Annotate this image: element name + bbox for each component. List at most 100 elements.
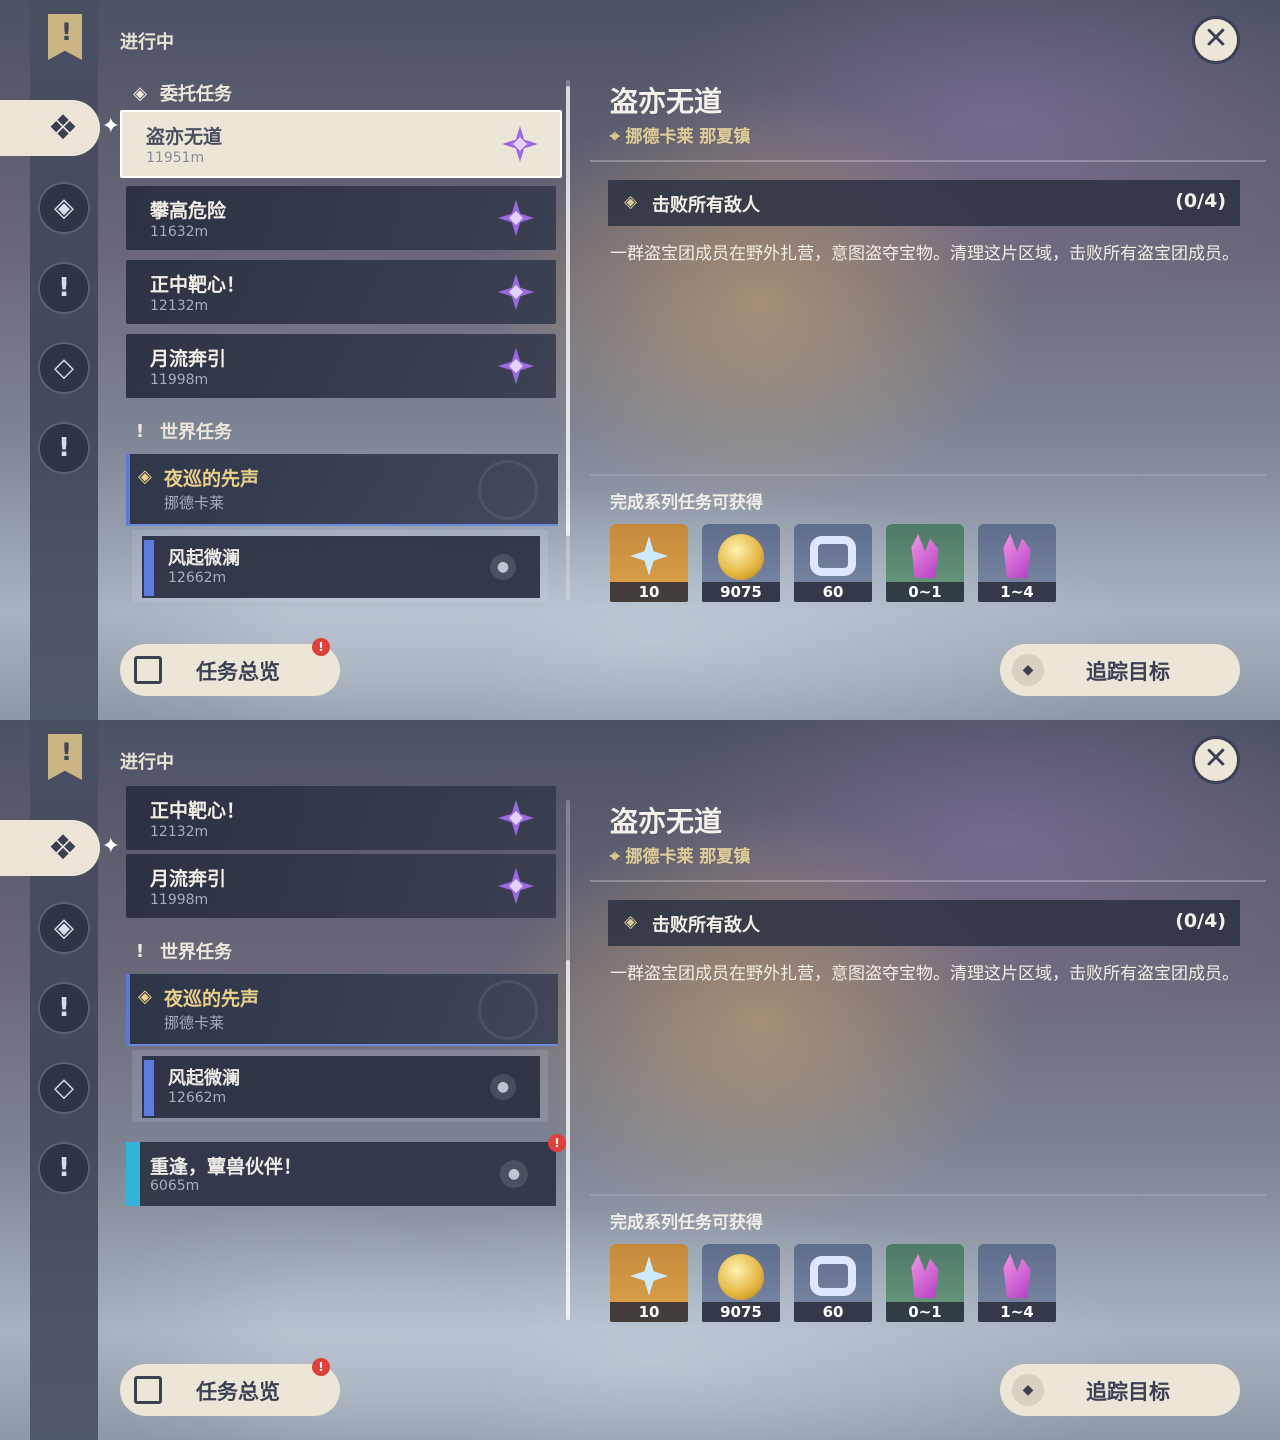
location-pin-icon[interactable]: ● xyxy=(500,1160,528,1188)
world-quest-region: 挪德卡莱 xyxy=(164,494,225,512)
reward-adventure-exp[interactable]: 60 xyxy=(794,1244,872,1322)
sidebar-tab-world[interactable]: ! xyxy=(38,1142,90,1194)
objective-diamond-icon: ◈ xyxy=(624,912,638,932)
sub-quest-title: 风起微澜 xyxy=(168,1068,240,1089)
mora-coin-icon xyxy=(718,534,764,580)
quest-item-commission-4[interactable]: 月流奔引 11998m xyxy=(126,334,556,398)
sidebar-tab-commission[interactable]: ❖ ✦ xyxy=(0,820,120,876)
sparkle-icon: ✦ xyxy=(101,114,120,139)
commission-icon: ❖ xyxy=(47,828,79,868)
sidebar-tab-story[interactable]: ! xyxy=(38,262,90,314)
quest-item-commission-2[interactable]: 攀高危险 11632m xyxy=(126,186,556,250)
sidebar-tab-archon[interactable]: ◈ xyxy=(38,182,90,234)
sidebar-tab-story[interactable]: ! xyxy=(38,982,90,1034)
primogem-icon xyxy=(630,536,668,576)
rewards-label: 完成系列任务可获得 xyxy=(610,493,763,513)
detail-divider xyxy=(590,880,1266,882)
quest-title: 攀高危险 xyxy=(150,200,227,222)
detail-title: 盗亦无道 xyxy=(610,85,723,118)
commission-section-header: ◈ 委托任务 xyxy=(130,80,232,106)
crystal-icon xyxy=(911,534,939,578)
rewards-divider xyxy=(590,1194,1266,1196)
adventure-exp-icon xyxy=(810,1256,856,1296)
quest-item-world[interactable]: ◈ 夜巡的先声 挪德卡莱 xyxy=(126,974,558,1046)
quest-item-commission-3[interactable]: 正中靶心！ 12132m xyxy=(126,260,556,324)
quest-distance: 11998m xyxy=(150,892,209,908)
track-target-label: 追踪目标 xyxy=(1086,1380,1170,1404)
reward-value: 10 xyxy=(610,582,688,602)
close-button[interactable]: ✕ xyxy=(1192,736,1240,784)
list-scrollthumb[interactable] xyxy=(566,86,570,536)
quest-overview-label: 任务总览 xyxy=(196,1380,280,1404)
quest-title: 正中靶心！ xyxy=(150,274,246,296)
reward-primogem[interactable]: 10 xyxy=(610,1244,688,1322)
primogem-icon xyxy=(630,1256,668,1296)
quest-item-side[interactable]: 重逢，蕈兽伙伴！ 6065m ● ! xyxy=(126,1134,566,1206)
track-target-button[interactable]: ◆ 追踪目标 xyxy=(1000,644,1240,696)
quest-overview-button[interactable]: 任务总览 ! xyxy=(120,638,340,696)
world-section-header: ! 世界任务 xyxy=(130,938,232,964)
track-diamond-icon: ◆ xyxy=(1012,1374,1044,1406)
close-icon: ✕ xyxy=(1203,21,1229,56)
adventure-exp-icon xyxy=(810,536,856,576)
reward-value: 9075 xyxy=(702,582,780,602)
map-pin-icon: ⌖ xyxy=(610,847,626,867)
quest-title: 月流奔引 xyxy=(150,348,227,370)
reward-mora[interactable]: 9075 xyxy=(702,1244,780,1322)
objective-progress: (0/4) xyxy=(1175,190,1226,212)
close-button[interactable]: ✕ xyxy=(1192,16,1240,64)
reward-crystal-cluster[interactable]: 1~4 xyxy=(978,1244,1056,1322)
sidebar-tab-legend[interactable]: ◇ xyxy=(38,1062,90,1114)
region-emblem-icon xyxy=(478,460,538,520)
location-pin-icon[interactable]: ● xyxy=(490,554,516,580)
section-in-progress: 进行中 xyxy=(120,752,174,773)
reward-mora[interactable]: 9075 xyxy=(702,524,780,602)
quest-distance: 12132m xyxy=(150,298,209,314)
rewards-list: 10 9075 60 0~1 1~4 xyxy=(610,1244,1056,1322)
close-icon: ✕ xyxy=(1203,741,1229,776)
objective-text: 击败所有敌人 xyxy=(652,915,760,936)
quest-item-commission-3[interactable]: 正中靶心！ 12132m xyxy=(126,786,556,850)
sidebar-tab-commission[interactable]: ❖ ✦ xyxy=(0,100,120,156)
sidebar-tab-archon[interactable]: ◈ xyxy=(38,902,90,954)
detail-divider xyxy=(590,160,1266,162)
location-pin-icon[interactable]: ● xyxy=(490,1074,516,1100)
sub-quest-card: 风起微澜 12662m ● xyxy=(142,536,540,598)
reward-value: 10 xyxy=(610,1302,688,1322)
alert-badge-icon: ! xyxy=(312,1358,330,1376)
quest-item-sub[interactable]: 风起微澜 12662m ● xyxy=(132,1050,548,1122)
quest-item-sub[interactable]: 风起微澜 12662m ● xyxy=(132,530,548,602)
sub-quest-card: 风起微澜 12662m ● xyxy=(142,1056,540,1118)
quest-screen-1: ! ❖ ✦ ◈ ! ◇ ! 进行中 ◈ 委托任务 盗亦无道 11951m 攀高危… xyxy=(0,0,1280,720)
world-quest-title: 夜巡的先声 xyxy=(164,988,260,1010)
quest-item-commission-4[interactable]: 月流奔引 11998m xyxy=(126,854,556,918)
detail-location: ⌖ 挪德卡莱 那夏镇 xyxy=(610,122,750,147)
mora-coin-icon xyxy=(718,1254,764,1300)
reward-crystal-cluster[interactable]: 1~4 xyxy=(978,524,1056,602)
quest-title: 正中靶心！ xyxy=(150,800,246,822)
reward-value: 9075 xyxy=(702,1302,780,1322)
world-quest-region: 挪德卡莱 xyxy=(164,1014,225,1032)
reward-primogem[interactable]: 10 xyxy=(610,524,688,602)
quest-item-commission-1[interactable]: 盗亦无道 11951m xyxy=(120,110,562,178)
quest-item-world[interactable]: ◈ 夜巡的先声 挪德卡莱 xyxy=(126,454,558,526)
sub-quest-bar xyxy=(144,1060,154,1116)
world-section-label: 世界任务 xyxy=(160,422,232,443)
commission-section-label: 委托任务 xyxy=(160,84,232,105)
sidebar-tab-legend[interactable]: ◇ xyxy=(38,342,90,394)
commission-diamond-icon: ◈ xyxy=(133,82,147,104)
quest-overview-button[interactable]: 任务总览 ! xyxy=(120,1358,340,1416)
sidebar-tab-world[interactable]: ! xyxy=(38,422,90,474)
sub-quest-distance: 12662m xyxy=(168,1090,227,1106)
track-target-button[interactable]: ◆ 追踪目标 xyxy=(1000,1364,1240,1416)
quest-description: 一群盗宝团成员在野外扎营，意图盗夺宝物。清理这片区域，击败所有盗宝团成员。 xyxy=(610,964,1239,984)
reward-crystal[interactable]: 0~1 xyxy=(886,524,964,602)
map-pin-icon: ⌖ xyxy=(610,127,626,147)
list-scrollthumb[interactable] xyxy=(566,960,570,1320)
reward-adventure-exp[interactable]: 60 xyxy=(794,524,872,602)
rewards-list: 10 9075 60 0~1 1~4 xyxy=(610,524,1056,602)
quest-distance: 12132m xyxy=(150,824,209,840)
reward-crystal[interactable]: 0~1 xyxy=(886,1244,964,1322)
side-quest-bar xyxy=(126,1142,140,1206)
commission-star-icon xyxy=(498,200,534,236)
